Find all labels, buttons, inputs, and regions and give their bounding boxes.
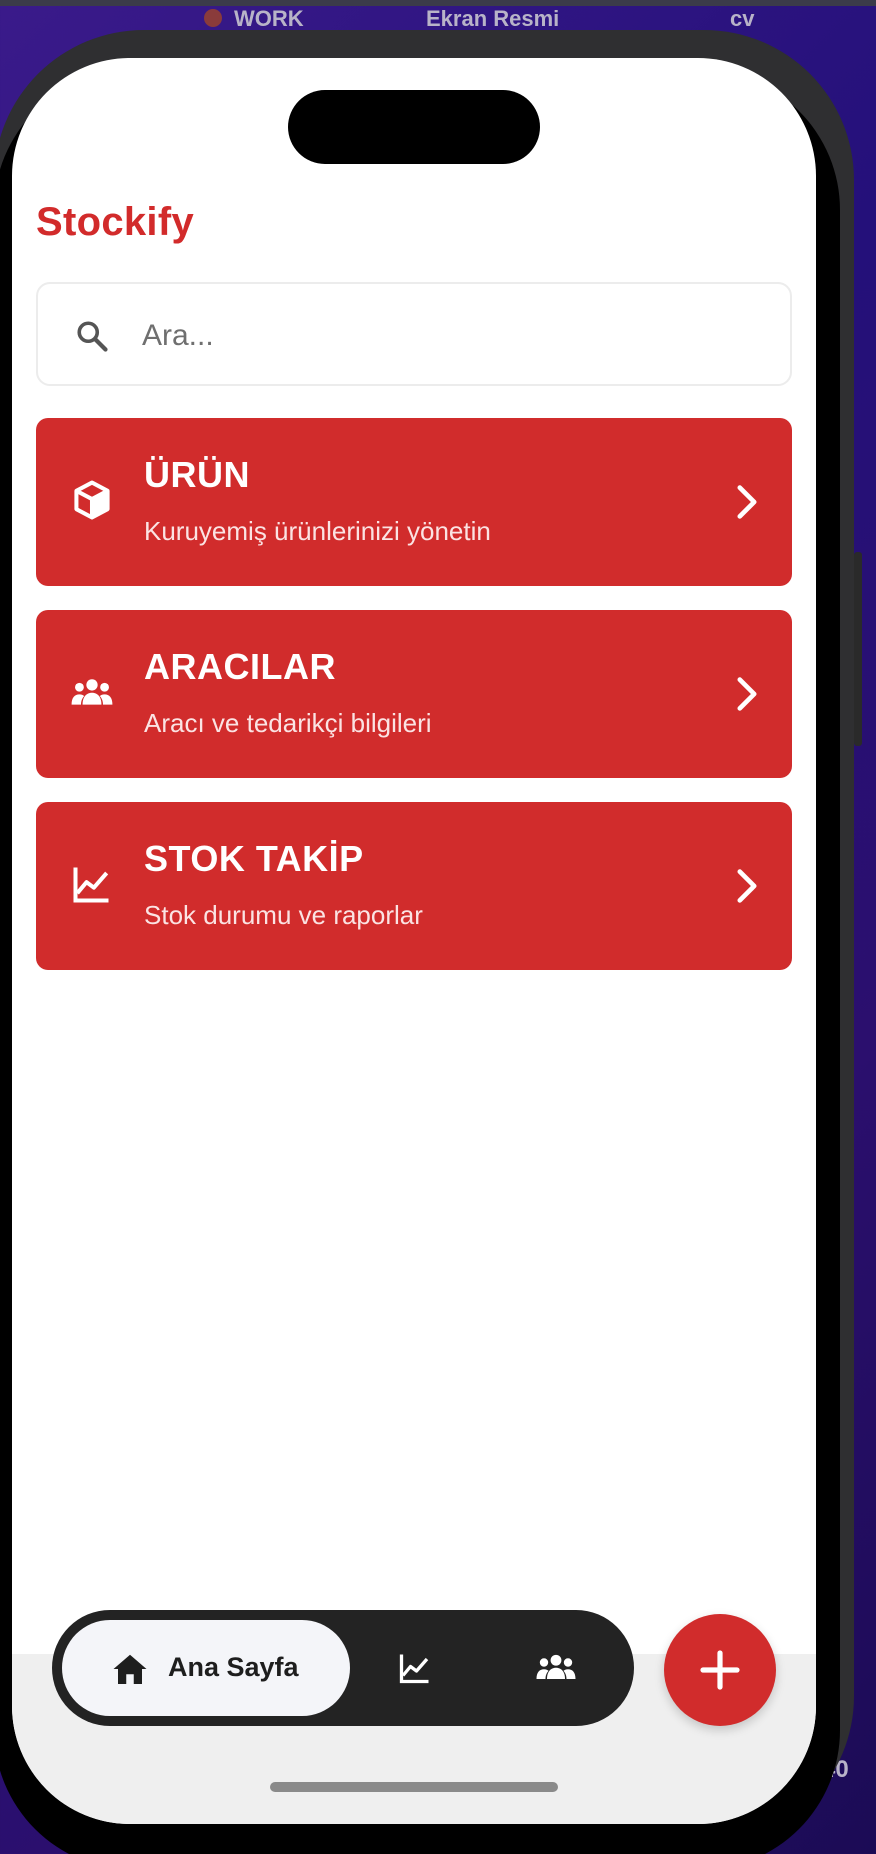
search-icon xyxy=(77,321,108,352)
card-title: STOK TAKİP xyxy=(144,838,364,879)
nav-item-home[interactable]: Ana Sayfa xyxy=(62,1620,350,1716)
card-subtitle: Kuruyemiş ürünlerinizi yönetin xyxy=(144,516,491,546)
phone-screen: Stockify ÜRÜN Kuruyemiş ürünlerinizi yön… xyxy=(12,58,816,1824)
search-input[interactable] xyxy=(142,312,762,360)
plus-icon xyxy=(700,1650,740,1690)
nav-home-label: Ana Sayfa xyxy=(168,1652,299,1682)
home-icon xyxy=(113,1654,147,1684)
card-title: ARACILAR xyxy=(144,646,336,687)
window-resize-handle[interactable] xyxy=(854,552,862,746)
card-urun[interactable]: ÜRÜN Kuruyemiş ürünlerinizi yönetin xyxy=(36,418,792,586)
cube-icon xyxy=(74,480,110,520)
card-aracilar[interactable]: ARACILAR Aracı ve tedarikçi bilgileri xyxy=(36,610,792,778)
home-indicator[interactable] xyxy=(270,1782,558,1792)
card-subtitle: Stok durumu ve raporlar xyxy=(144,900,423,930)
chevron-right-icon xyxy=(737,485,757,519)
chevron-right-icon xyxy=(737,677,757,711)
nav-item-people[interactable] xyxy=(534,1652,578,1682)
desktop-label-cv[interactable]: cv xyxy=(730,6,754,32)
chevron-right-icon xyxy=(737,869,757,903)
people-icon xyxy=(71,679,113,705)
card-subtitle: Aracı ve tedarikçi bilgileri xyxy=(144,708,432,738)
card-title: ÜRÜN xyxy=(144,454,250,495)
app-title: Stockify xyxy=(36,200,195,244)
desktop-label-screenshot[interactable]: Ekran Resmi xyxy=(426,6,559,32)
dynamic-island xyxy=(288,90,540,164)
desktop-label-work[interactable]: WORK xyxy=(234,6,304,32)
record-dot-icon xyxy=(204,9,222,27)
card-stok-takip[interactable]: STOK TAKİP Stok durumu ve raporlar xyxy=(36,802,792,970)
search-bar[interactable] xyxy=(36,282,792,386)
chart-icon xyxy=(73,867,109,903)
bottom-nav: Ana Sayfa xyxy=(52,1610,634,1726)
add-button[interactable] xyxy=(664,1614,776,1726)
nav-item-chart[interactable] xyxy=(396,1650,434,1686)
